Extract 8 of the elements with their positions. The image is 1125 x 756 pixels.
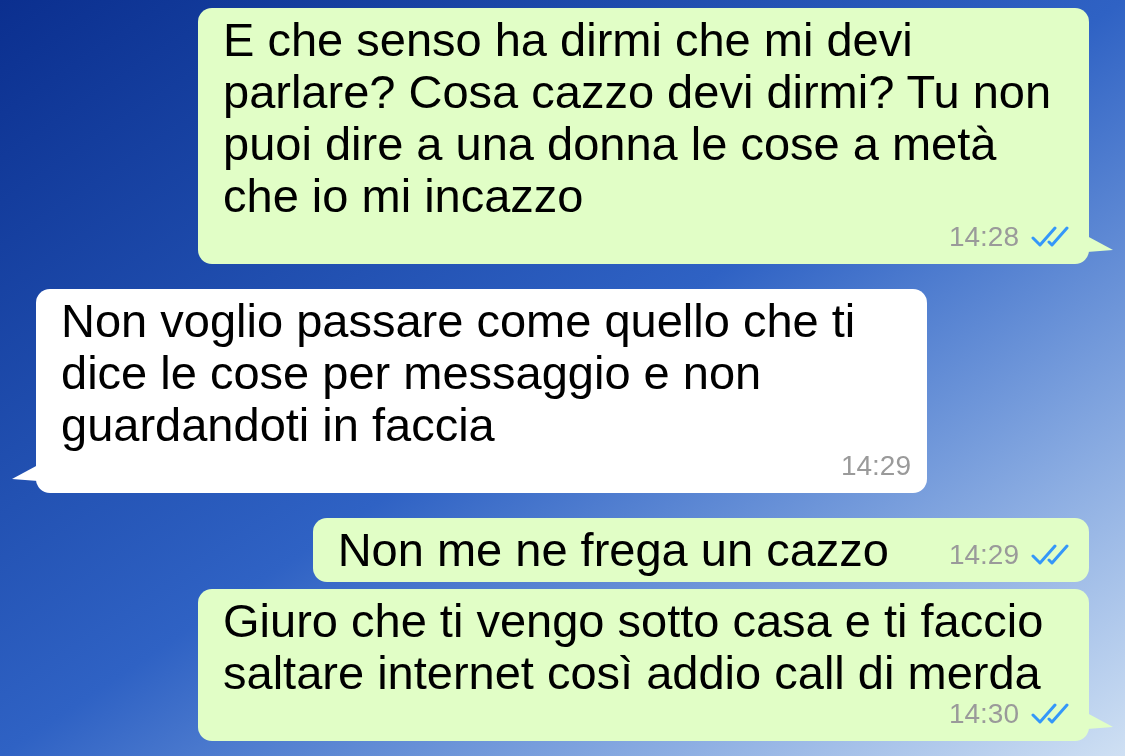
message-time: 14:29 — [948, 540, 1019, 570]
message-text: Non voglio passare come quello che ti dice le cose per messaggio e non guardandoti in faccia — [61, 295, 857, 451]
message-time: 14:28 — [948, 222, 1019, 252]
message-time: 14:30 — [948, 699, 1019, 729]
message-time: 14:29 — [840, 451, 911, 481]
message-text: Giuro che ti vengo sotto casa e ti faccio saltare internet così addio call di merda — [223, 595, 1045, 699]
message-text: E che senso ha dirmi che mi devi parlare? Cosa cazzo devi dirmi? Tu non puoi dire a una donna le cose a metà che io mi incazzo — [223, 14, 1053, 222]
message-text: Non me ne frega un cazzo — [337, 524, 889, 576]
